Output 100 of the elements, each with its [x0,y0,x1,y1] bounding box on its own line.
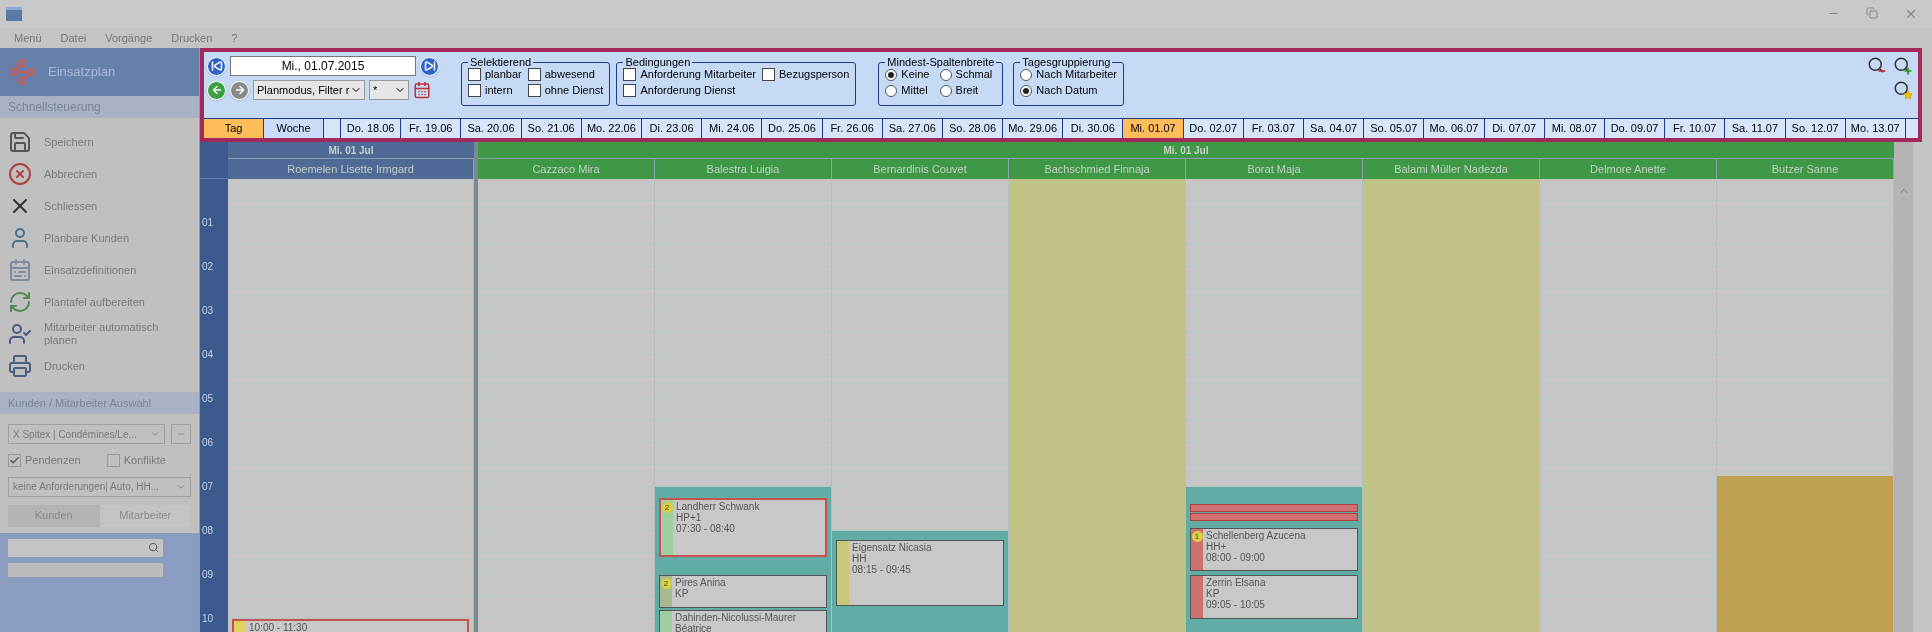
staff-name-header: Balestra Luigia [655,158,832,179]
time-range: 10:00 - 11:30 [249,622,308,632]
service-code: KP [675,588,690,599]
search-star-icon[interactable] [1893,80,1913,100]
checkbox[interactable] [468,84,481,97]
radio-button[interactable] [885,84,898,97]
hour-label: 10 [202,613,214,625]
appointment-card[interactable]: 1 Schellenberg Azucena HH+ 08:00 - 09:00 [1190,527,1358,571]
service-code: Béatrice [675,623,713,632]
schedule-icon [8,258,32,282]
filter-dropdown[interactable]: * [369,80,409,100]
option-label: Anforderung Mitarbeiter [640,68,756,81]
service-code: HH+ [1206,540,1227,552]
cancel-icon [8,162,32,186]
radio-button[interactable] [1020,68,1033,81]
time-range: 07:30 - 08:40 [676,523,736,534]
option-label: intern [485,84,513,97]
hour-label: 05 [202,393,214,405]
staff-name-header: Balami Müller Nadezda [1363,158,1540,179]
appointment-card[interactable]: 2 Pires Anina KP [659,575,827,608]
group-title: Selektierend [469,56,533,68]
client-name: Landherr Schwank [676,501,760,512]
date-tab[interactable]: Mi. 01.07 [1123,119,1184,138]
option-label: planbar [485,68,522,81]
hour-label: 07 [202,481,214,493]
time-range: 08:15 - 09:45 [852,563,912,575]
chevron-down-icon [150,429,160,439]
option-label: ohne Dienst [544,84,604,97]
hour-label: 01 [202,217,214,229]
option-label: Nach Mitarbeiter [1036,68,1118,81]
hour-label: 02 [202,261,214,273]
appointment-card[interactable]: 10:00 - 11:30 [232,619,469,632]
option-label: Mittel [901,84,928,97]
option-label: Keine [901,68,930,81]
option-label: Breit [955,84,979,97]
checkbox[interactable] [106,453,120,467]
radio-button[interactable] [939,84,952,97]
appointment-card[interactable]: Dahinden-Nicolussi-Maurer Béatrice [659,610,827,632]
option-label: Bezugsperson [779,68,850,81]
hour-label: 06 [202,437,214,449]
printer-icon [8,354,32,378]
count-badge: 2 [661,502,673,513]
zoom-in-icon[interactable] [1893,56,1913,76]
hour-label: 08 [202,525,214,537]
skip-forward-icon [423,60,436,72]
service-code: HP+1 [676,512,703,523]
option-label: Schmal [955,68,993,81]
date-field[interactable]: Mi., 01.07.2015 [230,56,416,76]
service-code: HH [852,552,867,564]
forward-button[interactable] [230,80,249,100]
time-range: 08:00 - 09:00 [1206,551,1266,563]
radio-button[interactable] [1020,84,1033,97]
search-icon [148,542,159,553]
checkbox[interactable] [762,68,775,81]
staff-name-header: Cazzaco Mira [478,158,655,179]
check-icon [9,454,20,466]
mode-dropdown[interactable]: Planmodus, Filter r [253,80,365,100]
staff-name-header: Butzer Sanne [1717,158,1894,179]
option-label: Nach Datum [1036,84,1098,97]
staff-name-header: Borat Maja [1186,158,1363,179]
appointment-card[interactable]: 2 Landherr Schwank HP+1 07:30 - 08:40 [659,498,827,557]
skip-back-icon [210,60,223,72]
client-name: Eigensatz Nicasia [852,541,932,553]
radio-button[interactable] [939,68,952,81]
group-title: Tagesgruppierung [1021,56,1112,68]
checkbox[interactable] [527,84,541,97]
checkbox-label: Pendenzen [25,453,81,468]
view-tab[interactable]: Tag [204,119,264,138]
count-badge: 2 [660,578,672,589]
first-button[interactable] [207,56,226,76]
app-icon [6,7,22,21]
service-code: KP [1206,588,1221,599]
option-label: Anforderung Dienst [640,84,736,97]
calendar-icon[interactable] [413,81,431,99]
staff-name-header: Delmore Anette [1540,158,1717,179]
checkbox[interactable] [623,68,637,81]
checkbox[interactable] [527,68,541,81]
view-tab[interactable]: Woche [264,119,324,138]
appointment-card[interactable]: Eigensatz Nicasia HH 08:15 - 09:45 [836,539,1004,606]
staff-name-header: Bachschmied Finnaja [1009,158,1186,179]
checkbox[interactable] [623,84,637,97]
radio-button[interactable] [885,68,898,81]
last-button[interactable] [420,56,439,76]
search-field[interactable] [8,538,163,557]
checkbox[interactable] [8,453,21,467]
back-button[interactable] [207,80,226,100]
hour-label: 03 [202,305,214,317]
client-name: Zerrin Elsana [1206,577,1266,588]
back-arrow-icon [210,84,223,96]
hour-label: 09 [202,569,214,581]
appointment-card[interactable]: Zerrin Elsana KP 09:05 - 10:05 [1190,575,1358,619]
client-name: Schellenberg Azucena [1206,529,1306,541]
input-field[interactable] [8,562,163,577]
staff-name-header: Bernardinis Couvet [832,158,1009,179]
count-badge: 1 [1191,530,1203,542]
checkbox[interactable] [468,68,481,81]
scrollbar[interactable] [1894,142,1913,632]
person-check-icon [8,322,32,346]
schedule-icon [8,58,36,86]
save-icon [8,130,32,154]
